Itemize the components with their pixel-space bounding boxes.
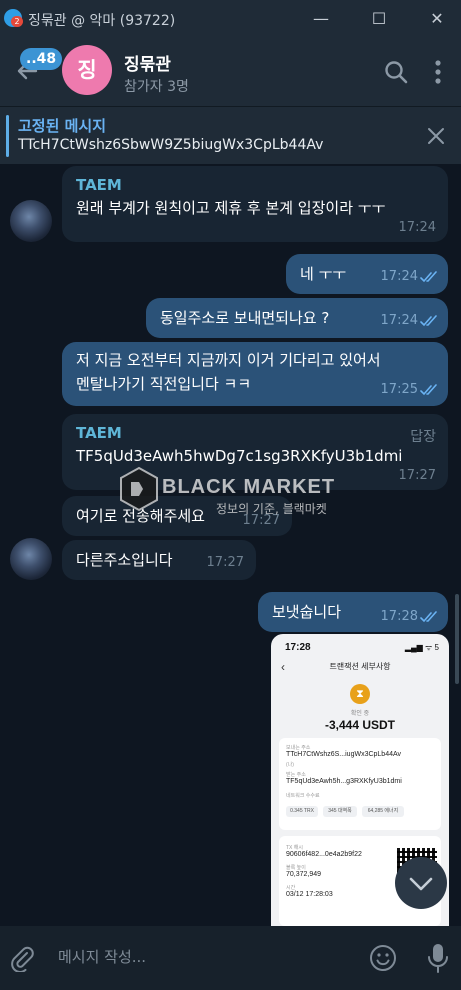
message-time: 17:27 bbox=[206, 555, 244, 570]
scroll-to-bottom-button[interactable] bbox=[395, 857, 447, 909]
watermark-logo-icon bbox=[120, 466, 158, 512]
receipt-status-time: 17:28 bbox=[285, 642, 311, 653]
block-value: 70,372,949 bbox=[286, 871, 322, 878]
read-checkmarks-icon bbox=[420, 315, 437, 327]
message-time: 17:28 bbox=[380, 609, 418, 624]
time-label: 시간 bbox=[286, 885, 296, 891]
from-sub: (나) bbox=[286, 762, 294, 768]
message-text: 원래 부계가 원칙이고 제휴 후 본계 입장이라 ㅜㅜ bbox=[76, 199, 386, 217]
receipt-address-card: 보내는 주소 TTcH7CtWshz6S...iugWx3CpLb44Av (나… bbox=[279, 738, 441, 830]
message-bubble-incoming[interactable]: 다른주소입니다 17:27 bbox=[62, 540, 256, 580]
watermark-text: BLACK MARKET bbox=[162, 476, 336, 498]
sender-name[interactable]: TAEM bbox=[76, 176, 122, 194]
hash-value: 90606f482...0e4a2b9f22 bbox=[286, 851, 362, 858]
message-time: 17:24 bbox=[380, 313, 418, 328]
close-window-button[interactable]: ✕ bbox=[424, 6, 450, 32]
message-bubble-outgoing[interactable]: 저 지금 오전부터 지금까지 이거 기다리고 있어서 멘탈나가기 직전입니다 ㅋ… bbox=[62, 342, 448, 406]
read-checkmarks-icon bbox=[420, 611, 437, 623]
message-composer: 메시지 작성... bbox=[0, 926, 461, 990]
hash-label: TX 해시 bbox=[286, 845, 303, 851]
message-text: TF5qUd3eAwh5hwDg7c1sg3RXKfyU3b1dmi bbox=[76, 447, 403, 465]
maximize-button[interactable]: ☐ bbox=[366, 6, 392, 32]
message-time: 17:24 bbox=[380, 269, 418, 284]
read-checkmarks-icon bbox=[420, 384, 437, 396]
scrollbar[interactable] bbox=[455, 594, 459, 684]
message-bubble-outgoing[interactable]: 보냇숩니다 17:28 bbox=[258, 592, 448, 632]
chat-title[interactable]: 징묶관 bbox=[124, 50, 171, 75]
microphone-icon[interactable] bbox=[424, 942, 452, 974]
pinned-message-bar[interactable]: 고정된 메시지 TTcH7CtWshz6SbwW9Z5biugWx3CpLb44… bbox=[0, 106, 461, 164]
unread-count-badge: ..48 bbox=[20, 48, 63, 70]
chat-header: ..48 징 징묶관 참가자 3명 bbox=[0, 38, 461, 106]
message-text: 네 ㅜㅜ bbox=[300, 265, 347, 283]
from-value: TTcH7CtWshz6S...iugWx3CpLb44Av bbox=[286, 751, 402, 758]
receipt-state: 확인 중 bbox=[350, 711, 370, 717]
message-text: 동일주소로 보내면되나요 ? bbox=[160, 309, 330, 327]
block-label: 블록 높이 bbox=[286, 865, 306, 871]
close-pinned-icon[interactable] bbox=[425, 125, 447, 147]
message-time: 17:27 bbox=[398, 468, 436, 483]
attach-icon[interactable] bbox=[8, 944, 36, 972]
time-value: 03/12 17:28:03 bbox=[286, 891, 333, 898]
app-unread-badge: 2 bbox=[11, 16, 23, 27]
read-checkmarks-icon bbox=[420, 271, 437, 283]
to-label: 받는 주소 bbox=[286, 772, 306, 778]
message-list[interactable]: TAEM 원래 부계가 원칙이고 제휴 후 본계 입장이라 ㅜㅜ 17:24 네… bbox=[0, 164, 461, 926]
to-value: TF5qUd3eAwh5h...g3RXKfyU3b1dmi bbox=[286, 778, 402, 785]
message-text: 보냇숩니다 bbox=[272, 603, 342, 621]
sender-name[interactable]: TAEM bbox=[76, 424, 122, 442]
reply-label[interactable]: 답장 bbox=[410, 426, 436, 446]
fee-chip: 0.345 TRX bbox=[286, 806, 318, 817]
message-time: 17:24 bbox=[398, 220, 436, 235]
receipt-amount: -3,444 USDT bbox=[324, 718, 396, 732]
message-bubble-outgoing[interactable]: 동일주소로 보내면되나요 ? 17:24 bbox=[146, 298, 448, 338]
message-text: 다른주소입니다 bbox=[76, 551, 173, 569]
chevron-down-icon bbox=[409, 877, 433, 891]
receipt-status-icons: ▂▄▆ ᯤ 5 bbox=[404, 643, 439, 652]
emoji-icon[interactable] bbox=[368, 943, 398, 973]
receipt-title: 트랜잭션 세부사항 bbox=[329, 662, 391, 671]
user-avatar[interactable] bbox=[10, 538, 52, 580]
pinned-text: TTcH7CtWshz6SbwW9Z5biugWx3CpLb44Av bbox=[18, 137, 324, 153]
minimize-button[interactable]: — bbox=[308, 6, 334, 32]
window-title: 징묶관 @ 악마 (93722) bbox=[28, 13, 176, 29]
message-text-line-1: 저 지금 오전부터 지금까지 이거 기다리고 있어서 bbox=[76, 351, 381, 369]
watermark: BLACK MARKET 정보의 기준, 블랙마켓 bbox=[118, 466, 334, 516]
fee-chip: 345 대역폭 bbox=[323, 806, 357, 817]
hourglass-icon: ⧗ bbox=[350, 684, 370, 704]
watermark-subtext: 정보의 기준, 블랙마켓 bbox=[216, 502, 327, 516]
more-menu-icon[interactable] bbox=[424, 58, 452, 86]
fee-label: 네트워크 수수료 bbox=[286, 793, 320, 799]
message-input[interactable]: 메시지 작성... bbox=[58, 946, 146, 967]
message-text-line-2: 멘탈나가기 직전입니다 ㅋㅋ bbox=[76, 375, 252, 393]
message-bubble-outgoing[interactable]: 네 ㅜㅜ 17:24 bbox=[286, 254, 448, 294]
window-title-bar: 2 징묶관 @ 악마 (93722) — ☐ ✕ bbox=[0, 0, 461, 38]
message-time: 17:25 bbox=[380, 382, 418, 397]
message-bubble-incoming[interactable]: TAEM 원래 부계가 원칙이고 제휴 후 본계 입장이라 ㅜㅜ 17:24 bbox=[62, 166, 448, 242]
from-label: 보내는 주소 bbox=[286, 745, 311, 751]
pinned-indicator bbox=[6, 115, 9, 157]
search-icon[interactable] bbox=[382, 58, 410, 86]
fee-chip: 64,285 에너지 bbox=[362, 806, 404, 817]
member-count: 참가자 3명 bbox=[124, 79, 189, 95]
chat-avatar[interactable]: 징 bbox=[62, 45, 112, 95]
user-avatar[interactable] bbox=[10, 200, 52, 242]
pinned-title: 고정된 메시지 bbox=[18, 117, 107, 135]
